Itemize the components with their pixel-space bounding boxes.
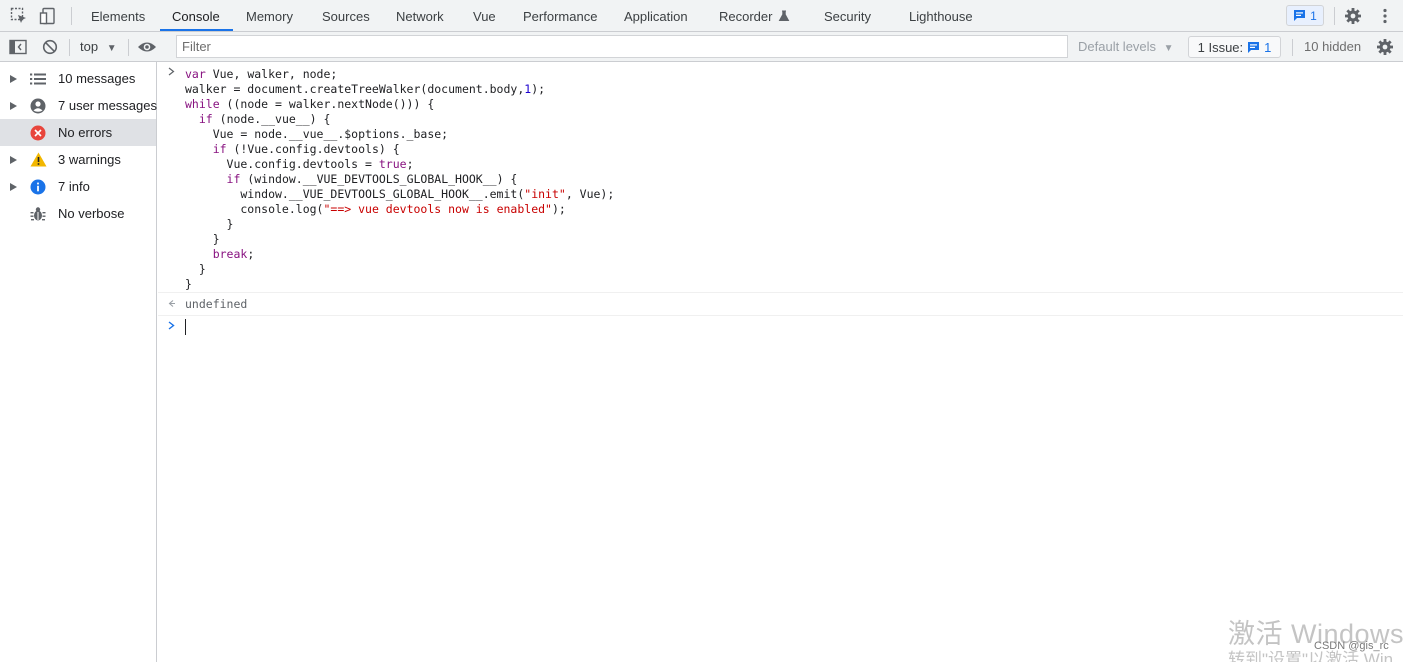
context-selector[interactable]: top ▼ bbox=[80, 32, 117, 62]
sidebar-item-info[interactable]: 7 info bbox=[0, 173, 156, 200]
console-code-block: var Vue, walker, node; walker = document… bbox=[185, 67, 614, 292]
more-options-icon[interactable] bbox=[1375, 6, 1395, 26]
sidebar-item-label: 7 user messages bbox=[58, 98, 157, 113]
log-levels-label: Default levels bbox=[1078, 39, 1157, 54]
code-line: var Vue, walker, node; bbox=[185, 67, 338, 81]
console-prompt-input[interactable] bbox=[185, 319, 186, 335]
inspect-element-icon[interactable] bbox=[9, 6, 29, 26]
context-selector-label: top bbox=[80, 39, 99, 54]
console-sidebar: 10 messages 7 user messages No errors 3 … bbox=[0, 62, 157, 662]
code-line: } bbox=[185, 232, 220, 246]
code-line: if (!Vue.config.devtools) { bbox=[212, 142, 400, 156]
issue-message-icon bbox=[1248, 41, 1260, 53]
code-line: } bbox=[185, 217, 234, 231]
hidden-messages-count: 10 hidden bbox=[1304, 39, 1362, 54]
tab-security[interactable]: Security bbox=[824, 0, 871, 32]
sidebar-item-label: 10 messages bbox=[58, 71, 136, 86]
issues-count: 1 bbox=[1264, 39, 1272, 55]
code-line: if (window.__VUE_DEVTOOLS_GLOBAL_HOOK__)… bbox=[226, 172, 518, 186]
tab-elements[interactable]: Elements bbox=[91, 0, 145, 32]
code-line: walker = document.createTreeWalker(docum… bbox=[185, 82, 546, 96]
devtools-tab-bar: Elements Console Memory Sources Network … bbox=[0, 0, 1403, 32]
sidebar-item-errors[interactable]: No errors bbox=[0, 119, 156, 146]
input-echo-chevron-icon bbox=[168, 67, 175, 79]
sidebar-item-label: 7 info bbox=[58, 179, 90, 194]
result-arrow-icon bbox=[168, 299, 176, 311]
prompt-chevron-icon bbox=[168, 321, 175, 333]
tab-vue[interactable]: Vue bbox=[473, 0, 496, 32]
flask-icon bbox=[778, 10, 790, 21]
sidebar-item-user-messages[interactable]: 7 user messages bbox=[0, 92, 157, 119]
tab-performance[interactable]: Performance bbox=[523, 0, 597, 32]
settings-gear-icon[interactable] bbox=[1343, 6, 1363, 26]
divider bbox=[69, 39, 70, 56]
tab-network[interactable]: Network bbox=[396, 0, 444, 32]
sidebar-toggle-icon[interactable] bbox=[8, 37, 28, 57]
clear-console-icon[interactable] bbox=[40, 37, 60, 57]
device-toolbar-icon[interactable] bbox=[38, 6, 58, 26]
divider bbox=[1292, 39, 1293, 56]
info-icon bbox=[29, 173, 47, 200]
message-divider bbox=[158, 292, 1403, 293]
issues-label: 1 Issue: bbox=[1197, 39, 1244, 55]
divider bbox=[1334, 7, 1335, 25]
sidebar-item-label: No verbose bbox=[58, 206, 125, 221]
code-line: console.log("==> vue devtools now is ena… bbox=[185, 202, 566, 216]
warning-icon bbox=[29, 146, 47, 173]
code-line: if (node.__vue__) { bbox=[198, 112, 331, 126]
message-divider bbox=[158, 315, 1403, 316]
sidebar-item-messages[interactable]: 10 messages bbox=[0, 65, 156, 92]
chevron-down-icon: ▼ bbox=[106, 43, 117, 54]
bug-icon bbox=[29, 200, 47, 227]
code-line: while ((node = walker.nextNode())) { bbox=[185, 97, 435, 111]
code-line: Vue = node.__vue__.$options._base; bbox=[185, 127, 449, 141]
filter-input[interactable] bbox=[176, 35, 1068, 58]
expand-arrow-icon[interactable] bbox=[10, 92, 18, 119]
active-tab-indicator bbox=[160, 29, 233, 31]
messages-badge-count: 1 bbox=[1310, 8, 1317, 23]
tab-memory[interactable]: Memory bbox=[246, 0, 293, 32]
console-output[interactable]: var Vue, walker, node; walker = document… bbox=[158, 62, 1403, 662]
expand-arrow-icon[interactable] bbox=[10, 146, 18, 173]
code-line: } bbox=[185, 262, 206, 276]
sidebar-item-label: 3 warnings bbox=[58, 152, 121, 167]
code-line: window.__VUE_DEVTOOLS_GLOBAL_HOOK__.emit… bbox=[185, 187, 615, 201]
tab-recorder-label: Recorder bbox=[719, 9, 773, 24]
tab-sources[interactable]: Sources bbox=[322, 0, 370, 32]
code-line: Vue.config.devtools = true; bbox=[185, 157, 414, 171]
expand-arrow-icon[interactable] bbox=[10, 65, 18, 92]
tab-lighthouse[interactable]: Lighthouse bbox=[909, 0, 973, 32]
messages-badge-button[interactable]: 1 bbox=[1286, 5, 1324, 26]
log-levels-dropdown[interactable]: Default levels ▼ bbox=[1078, 32, 1174, 62]
csdn-credit: CSDN @gis_rc bbox=[1314, 640, 1389, 652]
console-toolbar: top ▼ Default levels ▼ 1 Issue: 1 10 hid… bbox=[0, 32, 1403, 62]
code-line: } bbox=[185, 277, 192, 291]
error-icon bbox=[29, 119, 47, 146]
code-line: break; bbox=[212, 247, 255, 261]
issues-button[interactable]: 1 Issue: 1 bbox=[1188, 36, 1281, 58]
chevron-down-icon: ▼ bbox=[1163, 43, 1174, 54]
user-icon bbox=[29, 92, 47, 119]
divider bbox=[71, 7, 72, 25]
console-settings-gear-icon[interactable] bbox=[1375, 37, 1395, 57]
live-expression-eye-icon[interactable] bbox=[137, 37, 157, 57]
tab-console[interactable]: Console bbox=[172, 0, 220, 32]
sidebar-item-verbose[interactable]: No verbose bbox=[0, 200, 156, 227]
list-icon bbox=[29, 65, 47, 92]
tab-recorder[interactable]: Recorder bbox=[719, 0, 790, 32]
message-icon bbox=[1294, 10, 1306, 21]
divider bbox=[128, 39, 129, 56]
tab-application[interactable]: Application bbox=[624, 0, 688, 32]
sidebar-item-warnings[interactable]: 3 warnings bbox=[0, 146, 156, 173]
eval-result: undefined bbox=[185, 297, 248, 311]
sidebar-item-label: No errors bbox=[58, 125, 113, 140]
expand-arrow-icon[interactable] bbox=[10, 173, 18, 200]
